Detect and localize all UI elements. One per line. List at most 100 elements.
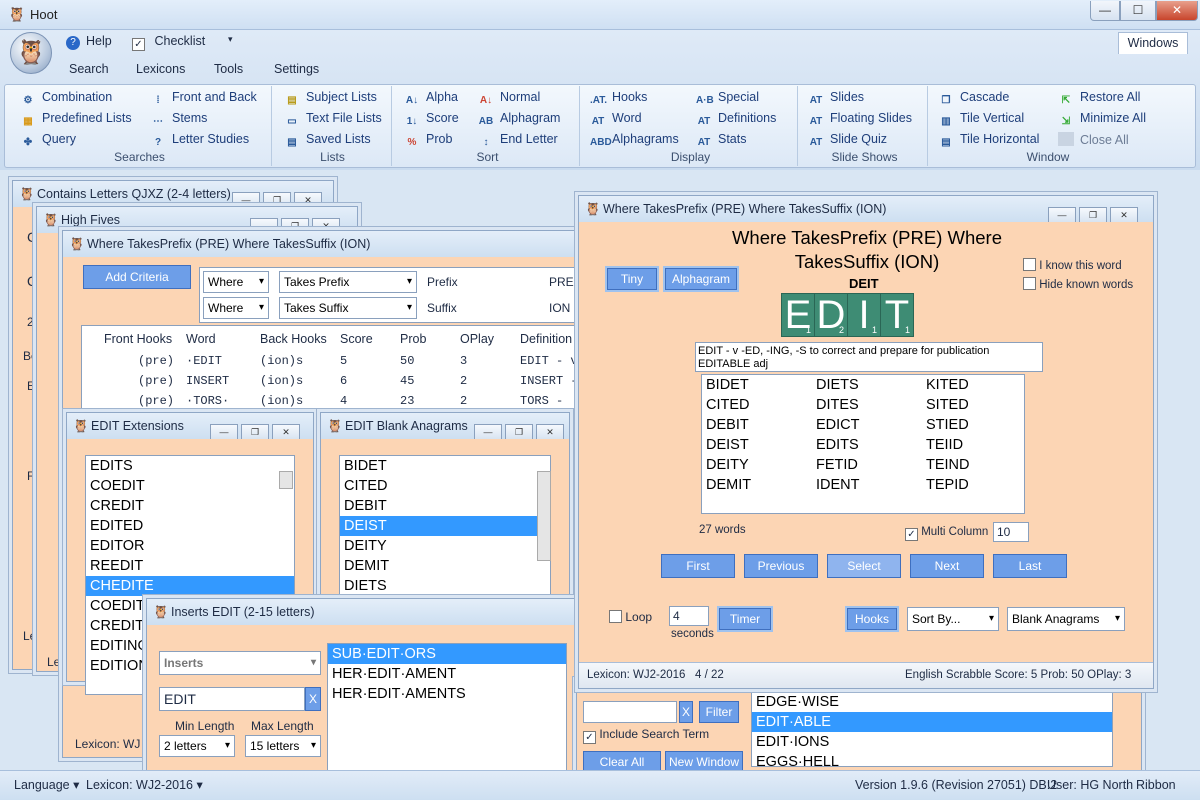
list-item[interactable]: REEDIT xyxy=(86,556,294,576)
tab-settings[interactable]: Settings xyxy=(274,62,319,76)
floating-slides-button[interactable]: AT Floating Slides xyxy=(808,111,912,129)
anagrams-list[interactable]: BIDET CITED DEBIT DEIST DEITY DEMIT DIETS xyxy=(339,455,551,605)
tab-lexicons[interactable]: Lexicons xyxy=(136,62,185,76)
anagram-grid[interactable]: BIDET DIETS KITED CITED DITES SITED DEBIT EDICT… xyxy=(701,374,1025,514)
restore-icon[interactable]: ❐ xyxy=(1079,207,1107,222)
list-item[interactable]: EGGS·HELL xyxy=(752,752,1112,766)
criteria-value[interactable]: ION xyxy=(549,301,570,315)
front-and-back-button[interactable]: ⁞ Front and Back xyxy=(150,90,256,108)
subject-lists-button[interactable]: ▤ Subject Lists xyxy=(284,90,377,108)
hooks-button[interactable]: Hooks xyxy=(845,606,899,632)
grid-word[interactable]: EDICT xyxy=(816,415,926,435)
hide-known-checkbox[interactable]: Hide known words xyxy=(1023,277,1133,291)
minimize-icon[interactable]: — xyxy=(232,192,260,207)
list-item[interactable]: DEIST xyxy=(340,516,550,536)
grid-word[interactable]: TEIID xyxy=(926,435,1024,455)
seconds-stepper[interactable]: 4 xyxy=(669,606,709,626)
close-icon[interactable]: ✕ xyxy=(1110,207,1138,222)
window-title[interactable]: 🦉 EDIT Blank Anagrams — ❐ ✕ xyxy=(321,413,569,439)
list-item[interactable]: EDIT·ABLE xyxy=(752,712,1112,732)
grid-word[interactable]: BIDET xyxy=(706,375,816,395)
timer-button[interactable]: Timer xyxy=(717,606,773,632)
list-item[interactable]: EDITED xyxy=(86,516,294,536)
select-button[interactable]: Select xyxy=(827,554,901,578)
grid-word[interactable]: FETID xyxy=(816,455,926,475)
language-menu[interactable]: Language ▾ xyxy=(14,774,79,796)
restore-icon[interactable]: ❐ xyxy=(263,192,291,207)
tab-search[interactable]: Search xyxy=(69,62,109,76)
display-definitions-button[interactable]: AT Definitions xyxy=(696,111,777,129)
restore-icon[interactable]: ❐ xyxy=(505,424,533,439)
column-header[interactable]: Prob xyxy=(400,332,426,346)
list-item[interactable]: DEITY xyxy=(340,536,550,556)
scrollbar-thumb[interactable] xyxy=(279,471,293,489)
close-button[interactable]: ✕ xyxy=(1156,1,1198,21)
restore-icon[interactable]: ❐ xyxy=(241,424,269,439)
grid-word[interactable]: DEMIT xyxy=(706,475,816,495)
window-title[interactable]: 🦉 Where TakesPrefix (PRE) Where TakesSuff… xyxy=(63,231,591,257)
list-item[interactable]: DEBIT xyxy=(340,496,550,516)
list-item[interactable]: DEMIT xyxy=(340,556,550,576)
search-input[interactable]: EDIT xyxy=(159,687,305,711)
checklist-button[interactable]: ✓ Checklist xyxy=(132,34,205,51)
stems-button[interactable]: ⋯ Stems xyxy=(150,111,207,129)
help-button[interactable]: ? Help xyxy=(66,34,112,50)
next-button[interactable]: Next xyxy=(910,554,984,578)
ribbon-toggle[interactable]: Ribbon xyxy=(1136,774,1176,796)
include-search-term-checkbox[interactable]: ✓ Include Search Term xyxy=(583,727,709,744)
grid-word[interactable]: EDITS xyxy=(816,435,926,455)
slides-button[interactable]: AT Slides xyxy=(808,90,864,108)
list-item[interactable]: COEDIT xyxy=(86,476,294,496)
minimize-button[interactable]: — xyxy=(1090,1,1120,21)
close-icon[interactable]: ✕ xyxy=(294,192,322,207)
first-button[interactable]: First xyxy=(661,554,735,578)
search-mode-select[interactable]: Inserts xyxy=(159,651,321,675)
maximize-button[interactable]: ☐ xyxy=(1120,1,1156,21)
tile-vertical-button[interactable]: ▥ Tile Vertical xyxy=(938,111,1024,129)
window-title[interactable]: 🦉 EDIT Extensions — ❐ ✕ xyxy=(67,413,313,439)
column-header[interactable]: Score xyxy=(340,332,373,346)
inserts-results-list[interactable]: SUB·EDIT·ORS HER·EDIT·AMENT HER·EDIT·AMENT… xyxy=(327,643,567,775)
sort-alphagram-button[interactable]: AB Alphagram xyxy=(478,111,561,129)
filter-clear-button[interactable]: X xyxy=(679,701,693,723)
criteria-op-select[interactable]: Where xyxy=(203,297,269,319)
loop-checkbox[interactable]: Loop xyxy=(609,610,652,624)
sort-end-letter-button[interactable]: ↕ End Letter xyxy=(478,132,558,150)
list-item[interactable]: BIDET xyxy=(340,456,550,476)
window-title[interactable]: 🦉 Where TakesPrefix (PRE) Where TakesSuff… xyxy=(579,196,1153,222)
scrollbar-thumb[interactable] xyxy=(537,471,551,561)
close-icon[interactable]: ✕ xyxy=(536,424,564,439)
display-hooks-button[interactable]: .AT. Hooks xyxy=(590,90,647,108)
list-item[interactable]: HER·EDIT·AMENT xyxy=(328,664,566,684)
tab-tools[interactable]: Tools xyxy=(214,62,243,76)
last-button[interactable]: Last xyxy=(993,554,1067,578)
sort-alpha-button[interactable]: A↓ Alpha xyxy=(404,90,458,108)
display-special-button[interactable]: A·B Special xyxy=(696,90,759,108)
grid-word[interactable]: IDENT xyxy=(816,475,926,495)
grid-word[interactable]: DITES xyxy=(816,395,926,415)
view-select[interactable]: Blank Anagrams xyxy=(1007,607,1125,631)
grid-word[interactable]: DEIST xyxy=(706,435,816,455)
close-icon[interactable]: ✕ xyxy=(272,424,300,439)
restore-all-button[interactable]: ⇱ Restore All xyxy=(1058,90,1141,108)
grid-word[interactable]: DEITY xyxy=(706,455,816,475)
list-item[interactable]: EDGE·WISE xyxy=(752,692,1112,712)
list-item[interactable]: EDITS xyxy=(86,456,294,476)
query-button[interactable]: ✤ Query xyxy=(20,132,76,150)
minimize-icon[interactable]: — xyxy=(1048,207,1076,222)
clear-search-button[interactable]: X xyxy=(305,687,321,711)
display-stats-button[interactable]: AT Stats xyxy=(696,132,747,150)
criteria-op-select[interactable]: Where xyxy=(203,271,269,293)
know-word-checkbox[interactable]: I know this word xyxy=(1023,258,1122,272)
grid-word[interactable]: CITED xyxy=(706,395,816,415)
grid-word[interactable]: SITED xyxy=(926,395,1024,415)
sort-prob-button[interactable]: % Prob xyxy=(404,132,453,150)
grid-word[interactable]: STIED xyxy=(926,415,1024,435)
column-header[interactable]: Definition xyxy=(520,332,572,346)
column-header[interactable]: OPlay xyxy=(460,332,494,346)
column-header[interactable]: Back Hooks xyxy=(260,332,327,346)
criteria-field-select[interactable]: Takes Prefix xyxy=(279,271,417,293)
add-criteria-button[interactable]: Add Criteria xyxy=(83,265,191,289)
saved-lists-button[interactable]: ▤ Saved Lists xyxy=(284,132,370,150)
qat-dropdown-icon[interactable]: ▾ xyxy=(228,34,233,45)
